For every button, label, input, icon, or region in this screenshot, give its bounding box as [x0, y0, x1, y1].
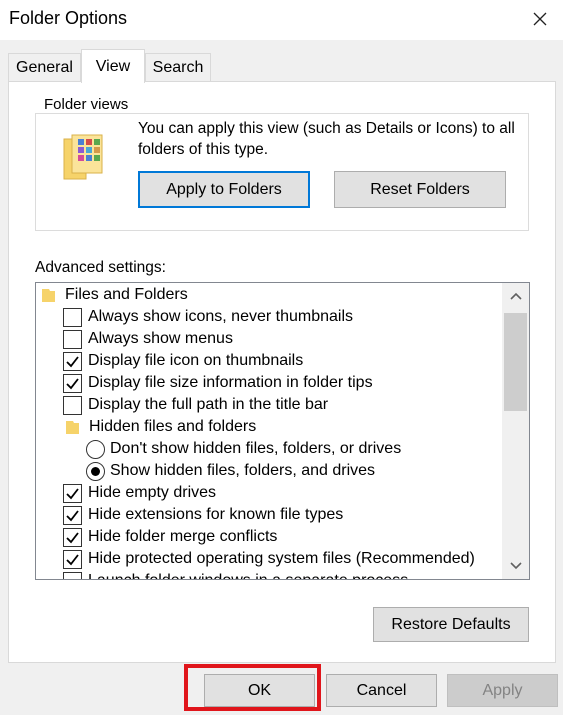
reset-folders-label: Reset Folders [370, 180, 470, 198]
list-item-show-hidden[interactable]: Show hidden files, folders, and drives [86, 460, 375, 482]
list-item-label: Files and Folders [65, 286, 188, 303]
checkbox[interactable] [63, 351, 82, 371]
tab-search-label: Search [152, 58, 204, 76]
checkmark-icon [66, 553, 79, 565]
scroll-up-button[interactable] [502, 283, 529, 309]
list-item-hide-protected-files[interactable]: Hide protected operating system files (R… [63, 548, 475, 570]
tab-view-label: View [95, 57, 131, 75]
list-item-label: Hidden files and folders [89, 418, 257, 435]
list-item-label: Hide protected operating system files (R… [88, 550, 475, 567]
radio-dot [91, 466, 100, 476]
reset-folders-button[interactable]: Reset Folders [334, 171, 506, 208]
checkbox[interactable] [63, 329, 82, 349]
list-item-label: Don't show hidden files, folders, or dri… [110, 440, 402, 457]
list-item-display-file-icon[interactable]: Display file icon on thumbnails [63, 350, 303, 372]
apply-label: Apply [482, 681, 523, 699]
checkbox[interactable] [63, 549, 82, 569]
list-item-label: Hide folder merge conflicts [88, 528, 278, 545]
checkbox[interactable] [63, 373, 82, 393]
cancel-label: Cancel [356, 681, 407, 699]
window-title: Folder Options [9, 8, 128, 28]
list-item-label: Display the full path in the title bar [88, 396, 329, 413]
tab-general-label: General [16, 58, 73, 76]
chevron-down-icon [509, 562, 522, 570]
list-item-hide-extensions[interactable]: Hide extensions for known file types [63, 504, 343, 526]
radio-button[interactable] [86, 461, 105, 481]
folder-icon [42, 289, 55, 302]
checkmark-icon [66, 377, 79, 389]
close-icon [533, 12, 547, 26]
advanced-settings-label: Advanced settings: [35, 259, 166, 276]
list-item-label: Always show menus [88, 330, 233, 347]
checkbox[interactable] [63, 307, 82, 327]
close-button[interactable] [517, 0, 563, 38]
apply-button[interactable]: Apply [447, 674, 558, 707]
cancel-button[interactable]: Cancel [326, 674, 437, 707]
list-item-label: Display file size information in folder … [88, 374, 373, 391]
list-item-hide-empty-drives[interactable]: Hide empty drives [63, 482, 216, 504]
folder-views-icon [63, 134, 103, 180]
restore-defaults-label: Restore Defaults [391, 615, 511, 633]
list-item-display-full-path[interactable]: Display the full path in the title bar [63, 394, 328, 416]
highlight-box [184, 664, 321, 711]
list-item-always-show-menus[interactable]: Always show menus [63, 328, 233, 350]
restore-defaults-button[interactable]: Restore Defaults [373, 607, 529, 642]
tab-view[interactable]: View [81, 49, 145, 83]
chevron-up-icon [509, 292, 522, 300]
list-item-display-file-size[interactable]: Display file size information in folder … [63, 372, 373, 394]
checkbox[interactable] [63, 527, 82, 547]
radio-button[interactable] [86, 439, 105, 459]
title-bar: Folder Options [0, 0, 563, 40]
folder-views-title: Folder views [40, 96, 133, 113]
list-item-files-and-folders: Files and Folders [42, 284, 188, 306]
folder-icon [66, 421, 79, 434]
list-item-label: Show hidden files, folders, and drives [110, 462, 376, 479]
list-item-always-show-icons[interactable]: Always show icons, never thumbnails [63, 306, 353, 328]
scrollbar-thumb[interactable] [504, 313, 527, 411]
scroll-down-button[interactable] [502, 553, 529, 579]
checkmark-icon [66, 531, 79, 543]
tab-general[interactable]: General [8, 53, 81, 81]
checkbox[interactable] [63, 505, 82, 525]
checkmark-icon [66, 355, 79, 367]
list-scrollbar[interactable] [502, 283, 529, 579]
checkbox[interactable] [63, 483, 82, 503]
advanced-settings-list[interactable]: Files and Folders Always show icons, nev… [35, 282, 530, 580]
list-item-hidden-files-and-folders: Hidden files and folders [66, 416, 256, 438]
list-item-label: Display file icon on thumbnails [88, 352, 304, 369]
list-item-label: Always show icons, never thumbnails [88, 308, 354, 325]
checkbox[interactable] [63, 395, 82, 415]
list-item-label: Launch folder windows in a separate proc… [88, 572, 408, 579]
list-item-hide-merge-conflicts[interactable]: Hide folder merge conflicts [63, 526, 277, 548]
tab-search[interactable]: Search [145, 53, 211, 81]
list-item-launch-separate-process[interactable]: Launch folder windows in a separate proc… [63, 570, 408, 579]
list-item-label: Hide extensions for known file types [88, 506, 344, 523]
list-item-dont-show-hidden[interactable]: Don't show hidden files, folders, or dri… [86, 438, 401, 460]
apply-to-folders-button[interactable]: Apply to Folders [138, 171, 310, 208]
folder-views-description: You can apply this view (such as Details… [138, 120, 515, 158]
checkmark-icon [66, 487, 79, 499]
list-item-label: Hide empty drives [88, 484, 217, 501]
apply-to-folders-label: Apply to Folders [166, 180, 282, 198]
checkmark-icon [66, 509, 79, 521]
checkbox[interactable] [63, 571, 82, 579]
